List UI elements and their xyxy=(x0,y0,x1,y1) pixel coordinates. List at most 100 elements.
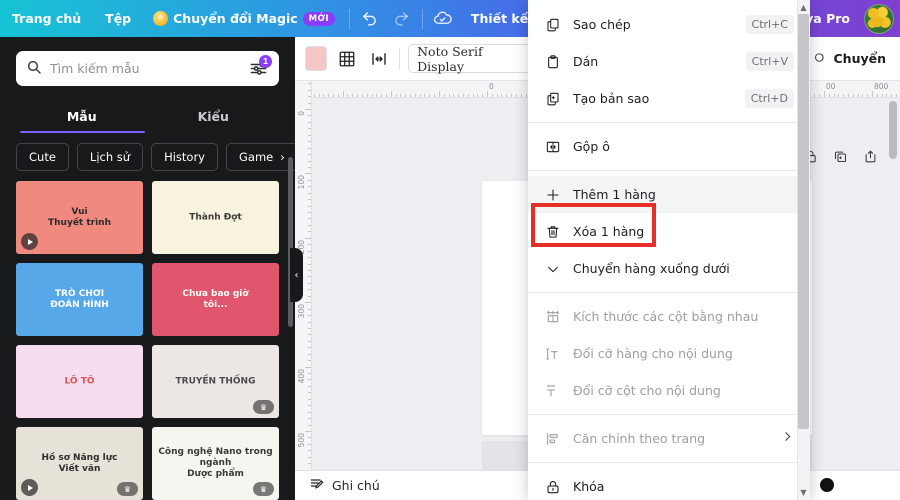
nav-home[interactable]: Trang chủ xyxy=(0,0,93,37)
ruler-tick xyxy=(347,94,349,97)
play-icon[interactable] xyxy=(21,233,38,250)
menu-item-5[interactable]: Thêm 1 hàng xyxy=(528,176,810,213)
sidebar-collapse-handle[interactable]: ‹ xyxy=(290,248,303,302)
tab-mau[interactable]: Mẫu xyxy=(16,100,148,133)
menu-item-6[interactable]: Xóa 1 hàng xyxy=(528,213,810,250)
duplicate-page-icon[interactable] xyxy=(832,148,848,164)
ruler-tick xyxy=(357,94,359,97)
ruler-tick xyxy=(308,147,311,149)
canvas-vertical-scrollbar[interactable] xyxy=(888,101,898,454)
ruler-tick xyxy=(395,94,397,97)
search-box[interactable]: 1 xyxy=(16,51,279,86)
tab-kieu[interactable]: Kiểu xyxy=(148,100,280,133)
ruler-tick xyxy=(308,244,311,246)
ruler-tick xyxy=(308,379,311,381)
chip-game-label: Game xyxy=(238,150,274,164)
ruler-tick xyxy=(472,94,474,97)
ruler-tick xyxy=(477,94,479,97)
menu-item-label: Gộp ô xyxy=(573,139,610,154)
chevron-right-icon: › xyxy=(280,150,285,164)
search-input[interactable] xyxy=(42,61,249,76)
play-icon[interactable] xyxy=(21,479,38,496)
template-card[interactable]: LÔ TÔ xyxy=(16,345,143,418)
template-card[interactable]: TRÒ CHƠI ĐOÁN HÌNH xyxy=(16,263,143,336)
ruler-tick xyxy=(867,94,869,97)
menu-item-7[interactable]: Chuyển hàng xuống dưới xyxy=(528,250,810,287)
magic-transform-icon xyxy=(813,50,828,68)
cloud-saved-icon[interactable] xyxy=(427,3,459,35)
nav-file[interactable]: Tệp xyxy=(93,0,143,37)
ruler-label: 300 xyxy=(297,304,306,319)
ruler-tick xyxy=(308,424,311,426)
pro-crown-icon: ♛ xyxy=(117,482,138,496)
template-card[interactable]: Vui Thuyết trình xyxy=(16,181,143,254)
notes-label[interactable]: Ghi chú xyxy=(332,478,380,493)
table-grid-icon[interactable] xyxy=(335,45,359,72)
ruler-tick xyxy=(308,154,311,156)
menu-item-4[interactable]: Gộp ô xyxy=(528,128,810,165)
scrollbar-thumb[interactable] xyxy=(889,101,897,159)
menu-item-label: Kích thước các cột bằng nhau xyxy=(573,309,759,324)
ruler-tick xyxy=(308,282,311,284)
category-chips: Cute Lịch sử History Game › xyxy=(0,133,295,181)
ruler-tick xyxy=(308,186,311,188)
font-family-value: Noto Serif Display xyxy=(417,43,483,74)
ruler-tick xyxy=(852,94,854,97)
page-tools xyxy=(802,148,878,164)
template-title: Hồ sơ Năng lực Viết văn xyxy=(41,452,118,474)
transform-label: Chuyển xyxy=(833,51,887,66)
ruler-tick xyxy=(862,94,864,97)
ruler-tick xyxy=(896,94,898,97)
template-card[interactable]: TRUYỀN THỐNG ♛ xyxy=(152,345,279,418)
menu-item-1[interactable]: Sao chép Ctrl+C xyxy=(528,6,810,43)
menu-separator xyxy=(528,122,810,123)
ruler-tick xyxy=(419,94,421,97)
undo-icon[interactable] xyxy=(354,3,386,35)
template-grid: Vui Thuyết trình Thành Đợt TRÒ CHƠI ĐOÁN HÌN… xyxy=(0,181,295,500)
menu-item-12[interactable]: Khóa xyxy=(528,468,810,500)
menu-item-label: Dán xyxy=(573,54,599,69)
template-title: Vui Thuyết trình xyxy=(48,206,111,228)
chip-history[interactable]: History xyxy=(151,143,218,171)
ruler-tick xyxy=(308,418,311,420)
menu-item-2[interactable]: Dán Ctrl+V xyxy=(528,43,810,80)
template-card[interactable]: Chưa bao giờ tôi... xyxy=(152,263,279,336)
table-color-swatch[interactable] xyxy=(305,46,328,71)
scroll-down-arrow[interactable]: ▼ xyxy=(799,488,808,497)
context-menu-scrollbar[interactable]: ▲ ▼ xyxy=(797,0,810,500)
chip-cute[interactable]: Cute xyxy=(16,143,69,171)
ruler-tick xyxy=(400,94,402,97)
ruler-tick xyxy=(308,295,311,297)
paste-icon xyxy=(544,53,561,70)
template-card[interactable]: Công nghệ Nano trong ngành Dược phẩm ♛ xyxy=(152,427,279,500)
ruler-tick xyxy=(308,327,311,329)
ruler-tick xyxy=(308,141,311,143)
context-scroll-thumb[interactable] xyxy=(798,14,809,429)
chip-lich-su[interactable]: Lịch sử xyxy=(76,143,144,171)
nav-magic-switch[interactable]: ♕ Chuyển đổi Magic MỚI xyxy=(143,0,345,37)
transform-button[interactable]: Chuyển xyxy=(802,44,896,73)
cell-spacing-icon[interactable] xyxy=(367,45,391,72)
ruler-tick xyxy=(857,94,859,97)
template-card[interactable]: Thành Đợt xyxy=(152,181,279,254)
ruler-tick xyxy=(405,94,407,97)
table-context-menu: Sao chép Ctrl+C Dán Ctrl+V Tạo bản sao Ctrl+D… xyxy=(528,0,810,500)
chip-game[interactable]: Game › xyxy=(225,143,295,171)
menu-item-3[interactable]: Tạo bản sao Ctrl+D xyxy=(528,80,810,117)
filter-sliders-icon[interactable]: 1 xyxy=(249,54,272,79)
redo-icon[interactable] xyxy=(386,3,418,35)
template-card[interactable]: Hồ sơ Năng lực Viết văn ♛ xyxy=(16,427,143,500)
ruler-label: 0 xyxy=(297,111,306,116)
menu-item-label: Căn chỉnh theo trang xyxy=(573,431,706,446)
ruler-tick xyxy=(308,212,311,214)
scroll-up-arrow[interactable]: ▲ xyxy=(799,3,808,12)
ruler-tick xyxy=(308,334,311,336)
user-avatar[interactable] xyxy=(864,3,894,34)
menu-item-shortcut: Ctrl+D xyxy=(744,89,794,108)
ruler-tick xyxy=(487,91,488,97)
ruler-tick xyxy=(352,94,354,97)
ruler-tick xyxy=(308,192,311,194)
add-page-icon[interactable] xyxy=(862,148,878,164)
ruler-tick xyxy=(308,83,311,85)
ruler-tick xyxy=(308,385,311,387)
